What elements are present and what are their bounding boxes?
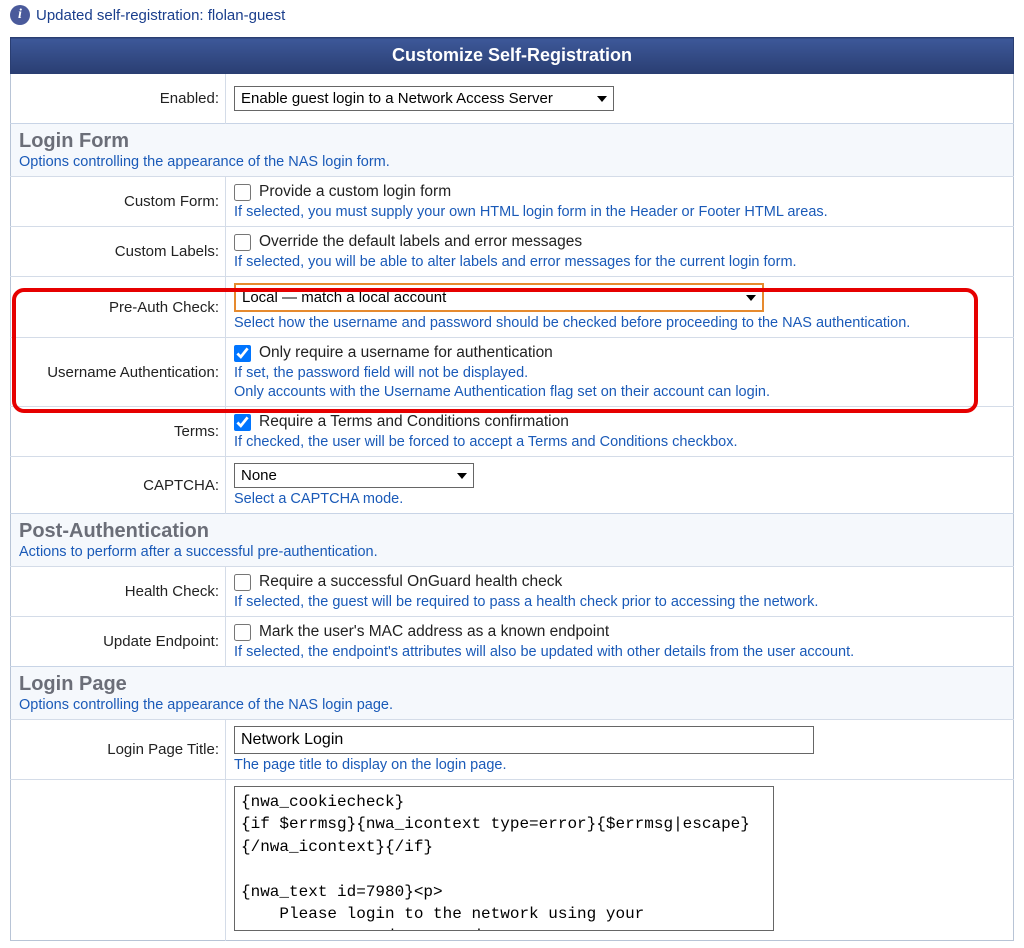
captcha-help: Select a CAPTCHA mode. xyxy=(234,491,1005,507)
endpoint-help: If selected, the endpoint's attributes w… xyxy=(234,644,1005,660)
captcha-select[interactable]: None xyxy=(234,463,474,488)
custom-form-checkbox[interactable] xyxy=(234,184,251,201)
health-help: If selected, the guest will be required … xyxy=(234,594,1005,610)
username-auth-help2: Only accounts with the Username Authenti… xyxy=(234,384,1005,400)
endpoint-label: Update Endpoint: xyxy=(11,617,226,667)
preauth-label: Pre-Auth Check: xyxy=(11,277,226,338)
endpoint-checkbox[interactable] xyxy=(234,624,251,641)
health-checkbox[interactable] xyxy=(234,574,251,591)
preauth-help: Select how the username and password sho… xyxy=(234,315,1005,331)
login-form-desc: Options controlling the appearance of th… xyxy=(19,154,1005,170)
username-auth-cb-label: Only require a username for authenticati… xyxy=(259,344,553,362)
custom-labels-checkbox[interactable] xyxy=(234,234,251,251)
enabled-select[interactable]: Enable guest login to a Network Access S… xyxy=(234,86,614,111)
custom-labels-cb-label: Override the default labels and error me… xyxy=(259,233,582,251)
terms-cb-label: Require a Terms and Conditions confirmat… xyxy=(259,413,569,431)
terms-label: Terms: xyxy=(11,407,226,457)
health-cb-label: Require a successful OnGuard health chec… xyxy=(259,573,562,591)
custom-form-cb-label: Provide a custom login form xyxy=(259,183,451,201)
username-auth-label: Username Authentication: xyxy=(11,338,226,407)
info-icon: i xyxy=(10,5,30,25)
panel-title: Customize Self-Registration xyxy=(11,38,1014,74)
post-auth-heading: Post-Authentication xyxy=(19,520,1005,543)
login-body-label xyxy=(11,780,226,941)
username-auth-help1: If set, the password field will not be d… xyxy=(234,365,1005,381)
login-title-help: The page title to display on the login p… xyxy=(234,757,1005,773)
custom-labels-label: Custom Labels: xyxy=(11,227,226,277)
captcha-label: CAPTCHA: xyxy=(11,457,226,514)
custom-labels-help: If selected, you will be able to alter l… xyxy=(234,254,1005,270)
config-table: Customize Self-Registration Enabled: Ena… xyxy=(10,37,1014,941)
status-message: Updated self-registration: flolan-guest xyxy=(36,7,285,24)
login-form-heading: Login Form xyxy=(19,130,1005,153)
login-title-label: Login Page Title: xyxy=(11,720,226,780)
terms-checkbox[interactable] xyxy=(234,414,251,431)
login-title-input[interactable] xyxy=(234,726,814,754)
health-label: Health Check: xyxy=(11,567,226,617)
endpoint-cb-label: Mark the user's MAC address as a known e… xyxy=(259,623,609,641)
enabled-label: Enabled: xyxy=(11,74,226,124)
login-page-desc: Options controlling the appearance of th… xyxy=(19,697,1005,713)
preauth-select[interactable]: Local — match a local account xyxy=(234,283,764,312)
login-body-textarea[interactable] xyxy=(234,786,774,931)
terms-help: If checked, the user will be forced to a… xyxy=(234,434,1005,450)
login-page-heading: Login Page xyxy=(19,673,1005,696)
post-auth-desc: Actions to perform after a successful pr… xyxy=(19,544,1005,560)
custom-form-label: Custom Form: xyxy=(11,177,226,227)
custom-form-help: If selected, you must supply your own HT… xyxy=(234,204,1005,220)
username-auth-checkbox[interactable] xyxy=(234,345,251,362)
